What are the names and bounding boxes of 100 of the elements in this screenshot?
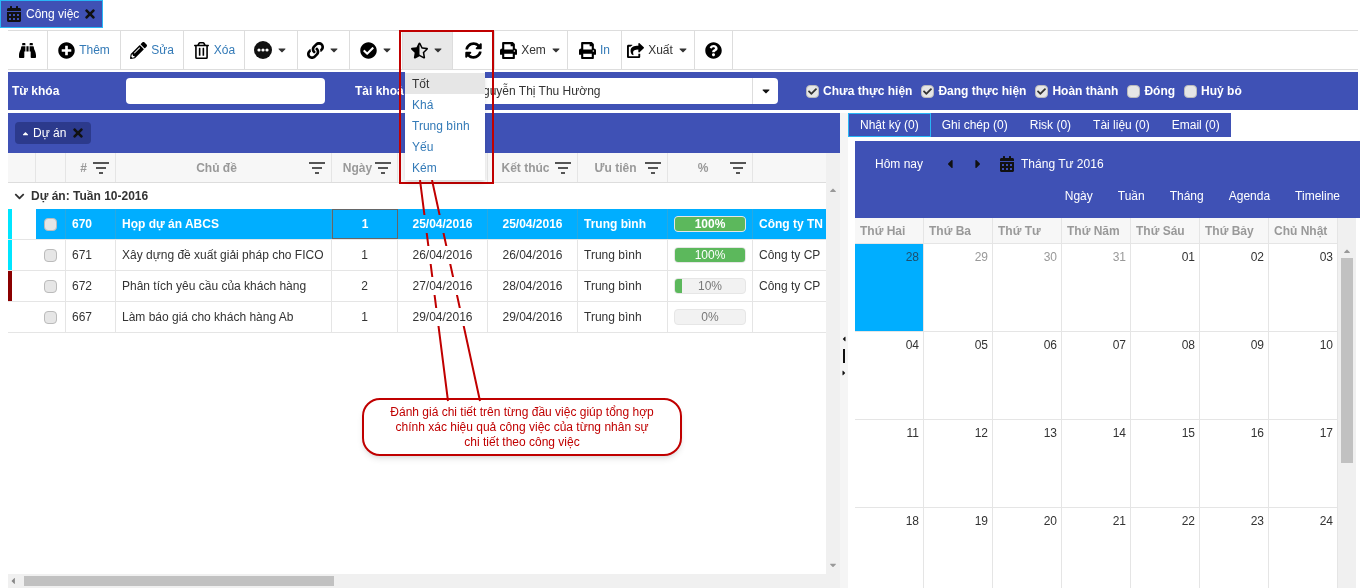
collapse-icon bbox=[840, 334, 848, 343]
menu-item[interactable]: Trung bình bbox=[405, 115, 485, 136]
expand-icon bbox=[840, 368, 848, 377]
today-button[interactable]: Hôm nay bbox=[875, 155, 924, 173]
calendar-icon bbox=[6, 6, 22, 22]
menu-item[interactable]: Yếu bbox=[405, 136, 485, 157]
filter-icon[interactable] bbox=[730, 161, 746, 174]
weekday-header: Thứ Hai bbox=[855, 218, 924, 243]
printer-icon bbox=[579, 41, 596, 59]
document-tab[interactable]: Công việc bbox=[0, 0, 104, 28]
day-cell[interactable]: 28 bbox=[855, 244, 924, 331]
toolbar-icon-button[interactable] bbox=[403, 31, 453, 69]
weekday-header: Thứ Bảy bbox=[1200, 218, 1269, 243]
progress-label: 0% bbox=[701, 310, 719, 324]
table-cell: 1 bbox=[332, 240, 398, 270]
table-cell: 28/04/2016 bbox=[488, 271, 578, 301]
keyword-field[interactable] bbox=[126, 78, 325, 104]
table-cell: Xây dựng đề xuất giải pháp cho FICO bbox=[116, 240, 332, 270]
table-cell: 26/04/2016 bbox=[412, 246, 473, 264]
weekday-header: Thứ Năm bbox=[1062, 218, 1131, 243]
calendar-icon bbox=[999, 156, 1016, 172]
tab[interactable]: Nhật ký (0) bbox=[848, 113, 931, 137]
menu-item[interactable]: Kém bbox=[405, 157, 485, 178]
table-cell: 1 bbox=[332, 209, 398, 239]
table-cell: 670 bbox=[66, 209, 116, 239]
checkbox[interactable] bbox=[806, 84, 819, 98]
status-label: Đóng bbox=[1144, 83, 1176, 100]
binoculars-icon bbox=[19, 41, 36, 59]
filter-icon[interactable] bbox=[555, 161, 571, 174]
weekday-header: Thứ Sáu bbox=[1131, 218, 1200, 243]
view-button[interactable]: Tháng bbox=[1169, 187, 1204, 205]
table-cell: Trung bình bbox=[578, 302, 668, 332]
tab[interactable]: Ghi chép (0) bbox=[930, 113, 1019, 137]
view-button[interactable]: Tuần bbox=[1117, 187, 1145, 205]
scroll-thumb[interactable] bbox=[24, 576, 334, 586]
group-row[interactable]: Dự án: Tuần 10-2016 bbox=[8, 183, 826, 209]
progress-label: 10% bbox=[698, 279, 722, 293]
scroll-thumb[interactable] bbox=[1341, 258, 1353, 463]
trash-icon bbox=[192, 41, 210, 59]
table-cell-text: Công ty TN bbox=[758, 216, 824, 233]
tab[interactable]: Risk (0) bbox=[1018, 113, 1083, 137]
checkbox[interactable] bbox=[921, 84, 935, 98]
table-cell: 671 bbox=[66, 240, 116, 270]
view-button[interactable]: Ngày bbox=[1064, 187, 1093, 205]
pencil-icon bbox=[130, 41, 148, 59]
tab[interactable]: Tài liệu (0) bbox=[1082, 113, 1161, 137]
grouping-chip[interactable]: Dự án bbox=[15, 122, 92, 144]
weekday-header: Thứ Tư bbox=[993, 218, 1062, 243]
menu-item[interactable]: Tốt bbox=[405, 73, 485, 94]
status-label: Chưa thực hiện bbox=[823, 83, 913, 100]
checkbox[interactable] bbox=[1127, 84, 1141, 98]
table-cell: 26/04/2016 bbox=[488, 240, 578, 270]
link-icon bbox=[307, 41, 324, 59]
keyword-label: Từ khóa bbox=[11, 83, 61, 100]
table-cell: 667 bbox=[66, 302, 116, 332]
table-row[interactable]: 667 Làm báo giá cho khách hàng Ab 1 29/04/2016 29/04/2016 Trung bình 0% bbox=[8, 302, 826, 333]
checkbox[interactable] bbox=[44, 217, 57, 231]
checkbox[interactable] bbox=[1184, 84, 1198, 98]
progress-label: 100% bbox=[694, 248, 726, 262]
weekday-header: Thứ Ba bbox=[924, 218, 993, 243]
table-row[interactable]: 672 Phân tích yêu cầu của khách hàng 2 27/04/2016 28/04/2016 Trung bình 10% Công ty CP bbox=[8, 271, 826, 302]
table-cell: 29/04/2016 bbox=[488, 302, 578, 332]
tab[interactable]: Email (0) bbox=[1160, 113, 1231, 137]
view-button[interactable]: Timeline bbox=[1295, 187, 1340, 205]
table-cell: Làm báo giá cho khách hàng Ab bbox=[116, 302, 332, 332]
more-icon bbox=[254, 41, 272, 59]
filter-icon[interactable] bbox=[375, 161, 391, 174]
table-cell: 1 bbox=[332, 302, 398, 332]
checkbox[interactable] bbox=[1035, 84, 1049, 98]
table-cell: 27/04/2016 bbox=[412, 277, 473, 295]
callout: Đánh giá chi tiết trên từng đầu việc giúp tổng hợp chính xác hiệu quả công việc của từng nhân sự chi tiết theo công việc bbox=[362, 398, 682, 456]
filter-icon[interactable] bbox=[645, 161, 661, 174]
table-cell: Trung bình bbox=[578, 271, 668, 301]
star-icon bbox=[411, 41, 428, 59]
progress-fill bbox=[675, 279, 682, 293]
month-title: Tháng Tư 2016 bbox=[1021, 156, 1104, 173]
close-icon[interactable] bbox=[83, 7, 98, 21]
filter-icon[interactable] bbox=[309, 161, 325, 174]
table-cell-text: Công ty CP bbox=[758, 247, 822, 264]
table-cell: Phân tích yêu cầu của khách hàng bbox=[116, 271, 332, 301]
checkbox[interactable] bbox=[44, 248, 57, 262]
table-cell: 2 bbox=[332, 271, 398, 301]
view-button[interactable]: Agenda bbox=[1228, 187, 1271, 205]
table-cell: Trung bình bbox=[578, 209, 668, 239]
vertical-scrollbar[interactable] bbox=[826, 153, 840, 588]
table-cell: Họp dự án ABCS bbox=[116, 209, 332, 239]
plus-icon bbox=[58, 41, 76, 59]
status-label: Đang thực hiện bbox=[938, 83, 1027, 100]
table-cell: Trung bình bbox=[578, 240, 668, 270]
export-icon bbox=[627, 41, 645, 59]
horizontal-scrollbar[interactable] bbox=[8, 574, 826, 588]
table-cell: 25/04/2016 bbox=[412, 215, 473, 233]
status-label: Hoàn thành bbox=[1052, 83, 1119, 100]
table-cell: 29/04/2016 bbox=[412, 308, 473, 326]
vertical-scrollbar[interactable] bbox=[1338, 218, 1356, 588]
checkbox[interactable] bbox=[44, 310, 57, 324]
filter-icon[interactable] bbox=[93, 161, 109, 174]
table-row[interactable]: 671 Xây dựng đề xuất giải pháp cho FICO 1 26/04/2016 26/04/2016 Trung bình 100% Công ty CP bbox=[8, 240, 826, 271]
help-icon bbox=[705, 41, 722, 59]
checkbox[interactable] bbox=[44, 279, 57, 293]
